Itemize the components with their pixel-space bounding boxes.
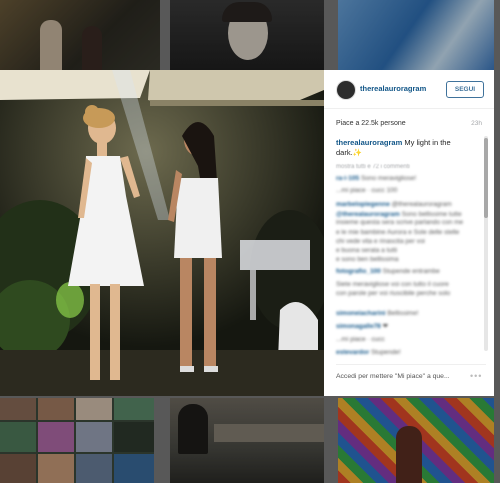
comment-item: e le mie bambine Aurora e Sole delle ste… [336, 229, 476, 237]
comment-text: Siete meravigliose voi con tutto il cuor… [336, 281, 449, 288]
comment-text: Stupende entrambe [382, 268, 440, 275]
post-caption: therealauroragram My light in the dark.✨ [336, 138, 474, 158]
comment-item: ...mi piace · cucc [336, 336, 476, 344]
comment-text: Sono meravigliose! [360, 175, 417, 182]
comment-text: Stupende! [371, 349, 401, 356]
comment-item: simoneiacharini Bellissime! [336, 310, 476, 318]
comment-username[interactable]: simonagalle78 [336, 323, 381, 330]
comment-item: @therealauroragram Sono bellissime tutte… [336, 211, 476, 227]
more-options-icon[interactable]: ••• [470, 371, 482, 381]
comment-username[interactable]: @therealauroragram [336, 211, 400, 218]
login-to-like-link[interactable]: Accedi per mettere "Mi piace" a que... [336, 373, 450, 380]
comment-item: estevardor Stupende! [336, 349, 476, 357]
comment-username[interactable]: marbelopiegenne [336, 201, 390, 208]
comment-item: chi vede vita e rinascita per voi [336, 238, 476, 246]
comment-text: @therealauroragram [391, 201, 452, 208]
comment-username[interactable]: fotografio_100 [336, 268, 381, 275]
post-timestamp[interactable]: 23h [471, 120, 482, 127]
comment-item: e sono ben bellissima [336, 256, 476, 264]
load-more-comments[interactable]: mostra tutti e 72 i commenti [336, 164, 410, 170]
username-link[interactable]: therealauroragram [360, 84, 426, 93]
comment-text: con parole per voi riuscibile perche sol… [336, 290, 451, 297]
comment-item: e buona serata a tutti [336, 247, 476, 255]
avatar[interactable] [336, 80, 356, 100]
comment-item: ra·i·105 Sono meravigliose! [336, 175, 476, 183]
comment-text: e le mie bambine Aurora e Sole delle ste… [336, 229, 460, 236]
caption-username[interactable]: therealauroragram [336, 138, 402, 147]
follow-button[interactable]: SEGUI [446, 81, 484, 98]
comment-item: con parole per voi riuscibile perche sol… [336, 290, 476, 298]
divider [336, 364, 486, 365]
comment-text: Bellissime! [387, 310, 419, 317]
comment-username[interactable]: estevardor [336, 349, 369, 356]
post-image [0, 70, 324, 396]
comment-username[interactable]: ra·i·105 [336, 175, 359, 182]
comment-text: ...mi piace · cucc [336, 336, 385, 343]
comment-item: fotografio_100 Stupende entrambe [336, 268, 476, 276]
comment-text: e sono ben bellissima [336, 256, 399, 263]
comment-item: Siete meravigliose voi con tutto il cuor… [336, 281, 476, 289]
post-details-panel: therealauroragram SEGUI Piace a 22.5k pe… [324, 70, 494, 396]
comment-text: ❤ [382, 323, 389, 330]
comment-username[interactable]: simoneiacharini [336, 310, 386, 317]
comment-text: chi vede vita e rinascita per voi [336, 238, 425, 245]
comment-text: ...mi piace · cucc 100 [336, 187, 398, 194]
comment-item: marbelopiegenne @therealauroragram [336, 201, 476, 209]
comment-item: simonagalle78 ❤ [336, 323, 476, 331]
likes-count[interactable]: Piace a 22.5k persone [336, 120, 406, 127]
comment-text: e buona serata a tutti [336, 247, 398, 254]
comment-item: ...mi piace · cucc 100 [336, 187, 476, 195]
post-header: therealauroragram SEGUI [324, 70, 494, 109]
comments-scrollbar-thumb[interactable] [484, 138, 488, 218]
post-photo[interactable] [0, 70, 324, 396]
